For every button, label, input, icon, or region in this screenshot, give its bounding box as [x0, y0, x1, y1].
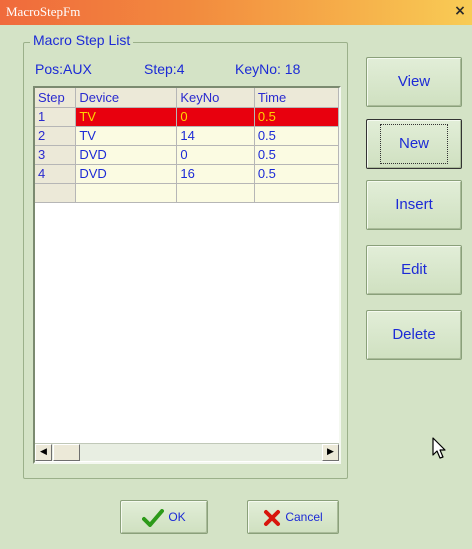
device-cell[interactable]: TV: [75, 126, 178, 146]
macro-step-window: MacroStepFm × Macro Step List Pos:AUX St…: [0, 0, 472, 549]
time-cell[interactable]: 0.5: [254, 145, 339, 165]
table-row[interactable]: 2 TV 14 0.5: [35, 126, 339, 146]
table-row[interactable]: [35, 183, 339, 203]
row-step-cell[interactable]: 4: [35, 164, 77, 184]
column-header-keyno[interactable]: KeyNo: [176, 88, 255, 108]
pos-label: Pos:AUX: [35, 61, 92, 77]
horizontal-scrollbar[interactable]: ◀ ▶: [35, 443, 339, 461]
groupbox-caption: Macro Step List: [30, 32, 134, 48]
scrollbar-thumb[interactable]: [53, 444, 80, 461]
insert-button[interactable]: Insert: [366, 180, 462, 230]
cancel-button-label: Cancel: [285, 510, 323, 524]
checkmark-icon: [142, 508, 165, 527]
insert-button-label: Insert: [395, 196, 433, 213]
keyno-label: KeyNo: 18: [235, 61, 301, 77]
title-bar[interactable]: MacroStepFm ×: [0, 0, 472, 25]
window-title: MacroStepFm: [6, 4, 81, 19]
view-button-label: View: [397, 73, 431, 90]
column-header-step[interactable]: Step: [35, 88, 77, 108]
edit-button-label: Edit: [401, 261, 427, 278]
column-header-device[interactable]: Device: [75, 88, 178, 108]
macro-step-grid[interactable]: Step Device KeyNo Time 1 TV 0 0.5 2 TV 1…: [33, 86, 341, 464]
scroll-left-icon[interactable]: ◀: [35, 444, 52, 461]
row-step-cell[interactable]: 2: [35, 126, 77, 146]
ok-button[interactable]: OK: [120, 500, 208, 534]
new-button-label: New: [379, 124, 448, 164]
grid-table: Step Device KeyNo Time 1 TV 0 0.5 2 TV 1…: [35, 88, 339, 203]
keyno-cell[interactable]: [176, 183, 255, 203]
time-cell[interactable]: 0.5: [254, 164, 339, 184]
keyno-cell[interactable]: 16: [176, 164, 255, 184]
device-cell[interactable]: DVD: [75, 145, 178, 165]
mouse-pointer-icon: [432, 437, 446, 459]
device-cell[interactable]: DVD: [75, 164, 178, 184]
row-step-cell[interactable]: 1: [35, 107, 77, 127]
keyno-cell[interactable]: 0: [176, 107, 255, 127]
cancel-button[interactable]: Cancel: [247, 500, 339, 534]
delete-button-label: Delete: [392, 326, 436, 343]
close-icon[interactable]: ×: [452, 3, 468, 19]
keyno-cell[interactable]: 14: [176, 126, 255, 146]
column-header-time[interactable]: Time: [254, 88, 339, 108]
device-cell[interactable]: TV: [75, 107, 178, 127]
row-step-cell[interactable]: 3: [35, 145, 77, 165]
scroll-right-icon[interactable]: ▶: [322, 444, 339, 461]
edit-button[interactable]: Edit: [366, 245, 462, 295]
time-cell[interactable]: 0.5: [254, 107, 339, 127]
delete-button[interactable]: Delete: [366, 310, 462, 360]
x-icon: [264, 509, 281, 526]
table-row[interactable]: 3 DVD 0 0.5: [35, 145, 339, 165]
grid-header-row: Step Device KeyNo Time: [35, 88, 339, 108]
device-cell[interactable]: [75, 183, 178, 203]
step-label: Step:4: [144, 61, 185, 77]
ok-button-label: OK: [168, 510, 186, 524]
table-row[interactable]: 4 DVD 16 0.5: [35, 164, 339, 184]
time-cell[interactable]: 0.5: [254, 126, 339, 146]
row-step-cell[interactable]: [35, 183, 77, 203]
new-button[interactable]: New: [366, 119, 462, 169]
table-row[interactable]: 1 TV 0 0.5: [35, 107, 339, 127]
view-button[interactable]: View: [366, 57, 462, 107]
time-cell[interactable]: [254, 183, 339, 203]
keyno-cell[interactable]: 0: [176, 145, 255, 165]
